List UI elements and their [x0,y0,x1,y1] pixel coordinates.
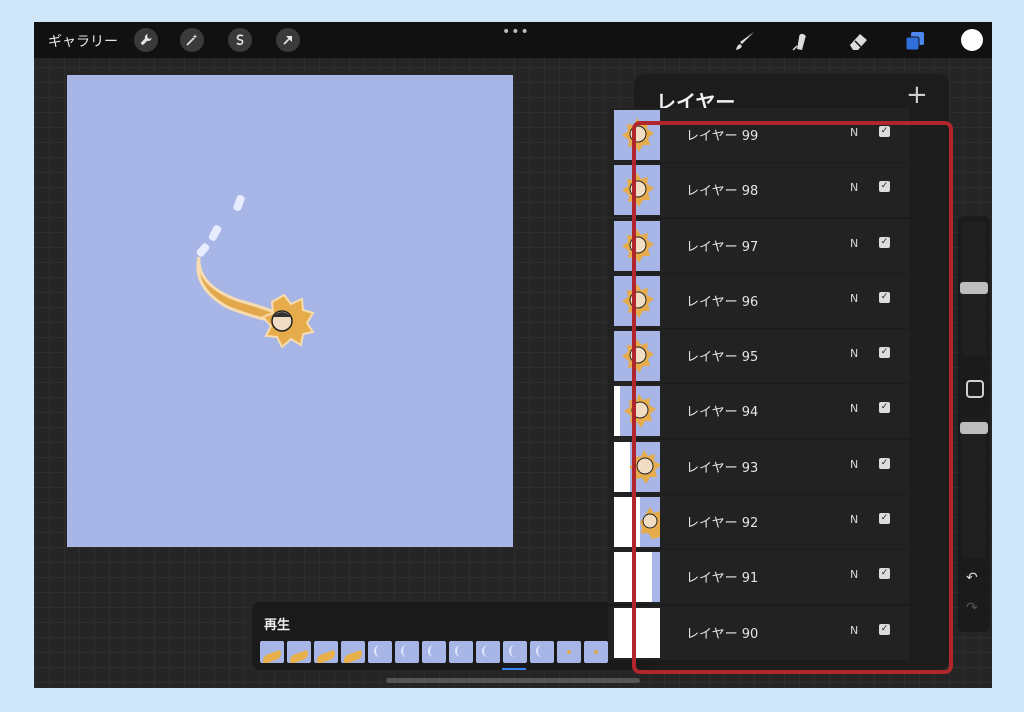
blend-mode-button[interactable]: N [850,237,858,250]
blend-mode-button[interactable]: N [850,513,858,526]
add-layer-button[interactable]: + [906,80,928,110]
timeline-frame[interactable] [260,641,284,663]
visibility-checkbox[interactable]: ✓ [879,623,890,635]
visibility-checkbox[interactable]: ✓ [879,126,890,137]
layer-name: レイヤー 91 [686,571,759,587]
more-options-icon[interactable]: ••• [502,24,530,40]
blend-mode-button[interactable]: N [850,458,858,471]
selection-icon[interactable] [228,28,252,52]
timeline-frame[interactable] [287,641,311,663]
blend-mode-button[interactable]: N [850,181,858,194]
opacity-slider[interactable] [962,418,986,558]
animation-timeline: 再生 [252,602,652,670]
timeline-frame[interactable] [449,641,473,663]
timeline-frame[interactable] [584,641,608,663]
layer-row[interactable]: レイヤー 96 N ✓ [608,273,910,328]
layer-name: レイヤー 98 [686,184,759,200]
layer-row[interactable]: レイヤー 92 N ✓ [608,495,910,550]
layer-thumbnail [614,110,660,160]
magic-wand-icon[interactable] [180,28,204,52]
play-button[interactable]: 再生 [264,614,290,633]
blend-mode-button[interactable]: N [850,568,858,581]
layer-list: レイヤー 99 N ✓ レイヤー 98 N ✓ レイヤー 97 N ✓ レイヤー… [608,108,910,661]
layer-row[interactable]: レイヤー 94 N ✓ [608,384,910,439]
layer-name: レイヤー 90 [686,626,759,642]
timeline-frame[interactable] [557,641,581,663]
blend-mode-button[interactable]: N [850,126,858,139]
color-picker-swatch[interactable] [961,29,983,51]
layer-thumbnail [614,386,660,437]
timeline-frame[interactable] [368,641,392,663]
layer-thumbnail [614,497,660,548]
visibility-checkbox[interactable]: ✓ [879,236,890,248]
blend-mode-button[interactable]: N [850,402,858,415]
layer-thumbnail [614,331,660,382]
brush-size-handle[interactable] [960,282,988,294]
layer-thumbnail [614,165,660,216]
drawing-canvas[interactable] [67,75,513,547]
layer-row[interactable]: レイヤー 98 N ✓ [608,163,910,218]
comet-illustration [196,194,315,349]
layers-icon[interactable] [902,28,928,54]
home-indicator [386,678,640,683]
blend-mode-button[interactable]: N [850,292,858,305]
brush-icon[interactable] [732,28,758,54]
frame-strip [260,641,608,663]
layer-row[interactable]: レイヤー 93 N ✓ [608,439,910,494]
opacity-handle[interactable] [960,422,988,434]
timeline-frame[interactable] [422,641,446,663]
undo-button[interactable]: ↶ [966,570,978,586]
redo-button[interactable]: ↷ [966,600,978,616]
layer-row[interactable]: レイヤー 95 N ✓ [608,329,910,384]
timeline-frame[interactable] [530,641,554,663]
layer-name: レイヤー 95 [686,350,759,366]
layer-name: レイヤー 93 [686,460,759,476]
transform-arrow-icon[interactable] [276,28,300,52]
layer-row[interactable]: レイヤー 91 N ✓ [608,550,910,605]
layer-thumbnail [614,607,660,658]
timeline-frame[interactable] [341,641,365,663]
layer-name: レイヤー 96 [686,294,759,310]
motion-trail-mark [196,243,210,257]
wrench-icon[interactable] [134,28,158,52]
visibility-checkbox[interactable]: ✓ [879,291,890,303]
blend-mode-button[interactable]: N [850,347,858,360]
smudge-icon[interactable] [788,28,814,54]
playhead-indicator [502,668,526,670]
timeline-frame[interactable] [503,641,527,663]
motion-trail-mark [208,225,222,241]
layer-row[interactable]: レイヤー 90 N ✓ [608,605,910,660]
brush-sidebar: ↶ ↷ [958,216,990,632]
layer-name: レイヤー 97 [686,239,759,255]
motion-trail-mark [233,194,245,212]
layer-name: レイヤー 92 [686,516,759,532]
layer-name: レイヤー 94 [686,405,759,421]
layer-name: レイヤー 99 [686,129,759,144]
modify-button[interactable] [966,380,984,398]
visibility-checkbox[interactable]: ✓ [879,402,890,414]
eraser-icon[interactable] [845,28,871,54]
visibility-checkbox[interactable]: ✓ [879,457,890,469]
visibility-checkbox[interactable]: ✓ [879,347,890,359]
layer-thumbnail [614,275,660,326]
timeline-frame[interactable] [314,641,338,663]
comet-tail [196,256,280,323]
blend-mode-button[interactable]: N [850,624,858,637]
layer-thumbnail [614,552,660,603]
visibility-checkbox[interactable]: ✓ [879,181,890,193]
timeline-frame[interactable] [476,641,500,663]
layer-thumbnail [614,441,660,492]
visibility-checkbox[interactable]: ✓ [879,568,890,580]
layer-thumbnail [614,220,660,271]
layer-row[interactable]: レイヤー 99 N ✓ [608,108,910,162]
gallery-button[interactable]: ギャラリー [48,31,118,51]
top-toolbar: ギャラリー ••• [34,22,992,58]
layer-row[interactable]: レイヤー 97 N ✓ [608,218,910,273]
visibility-checkbox[interactable]: ✓ [879,513,890,525]
timeline-frame[interactable] [395,641,419,663]
